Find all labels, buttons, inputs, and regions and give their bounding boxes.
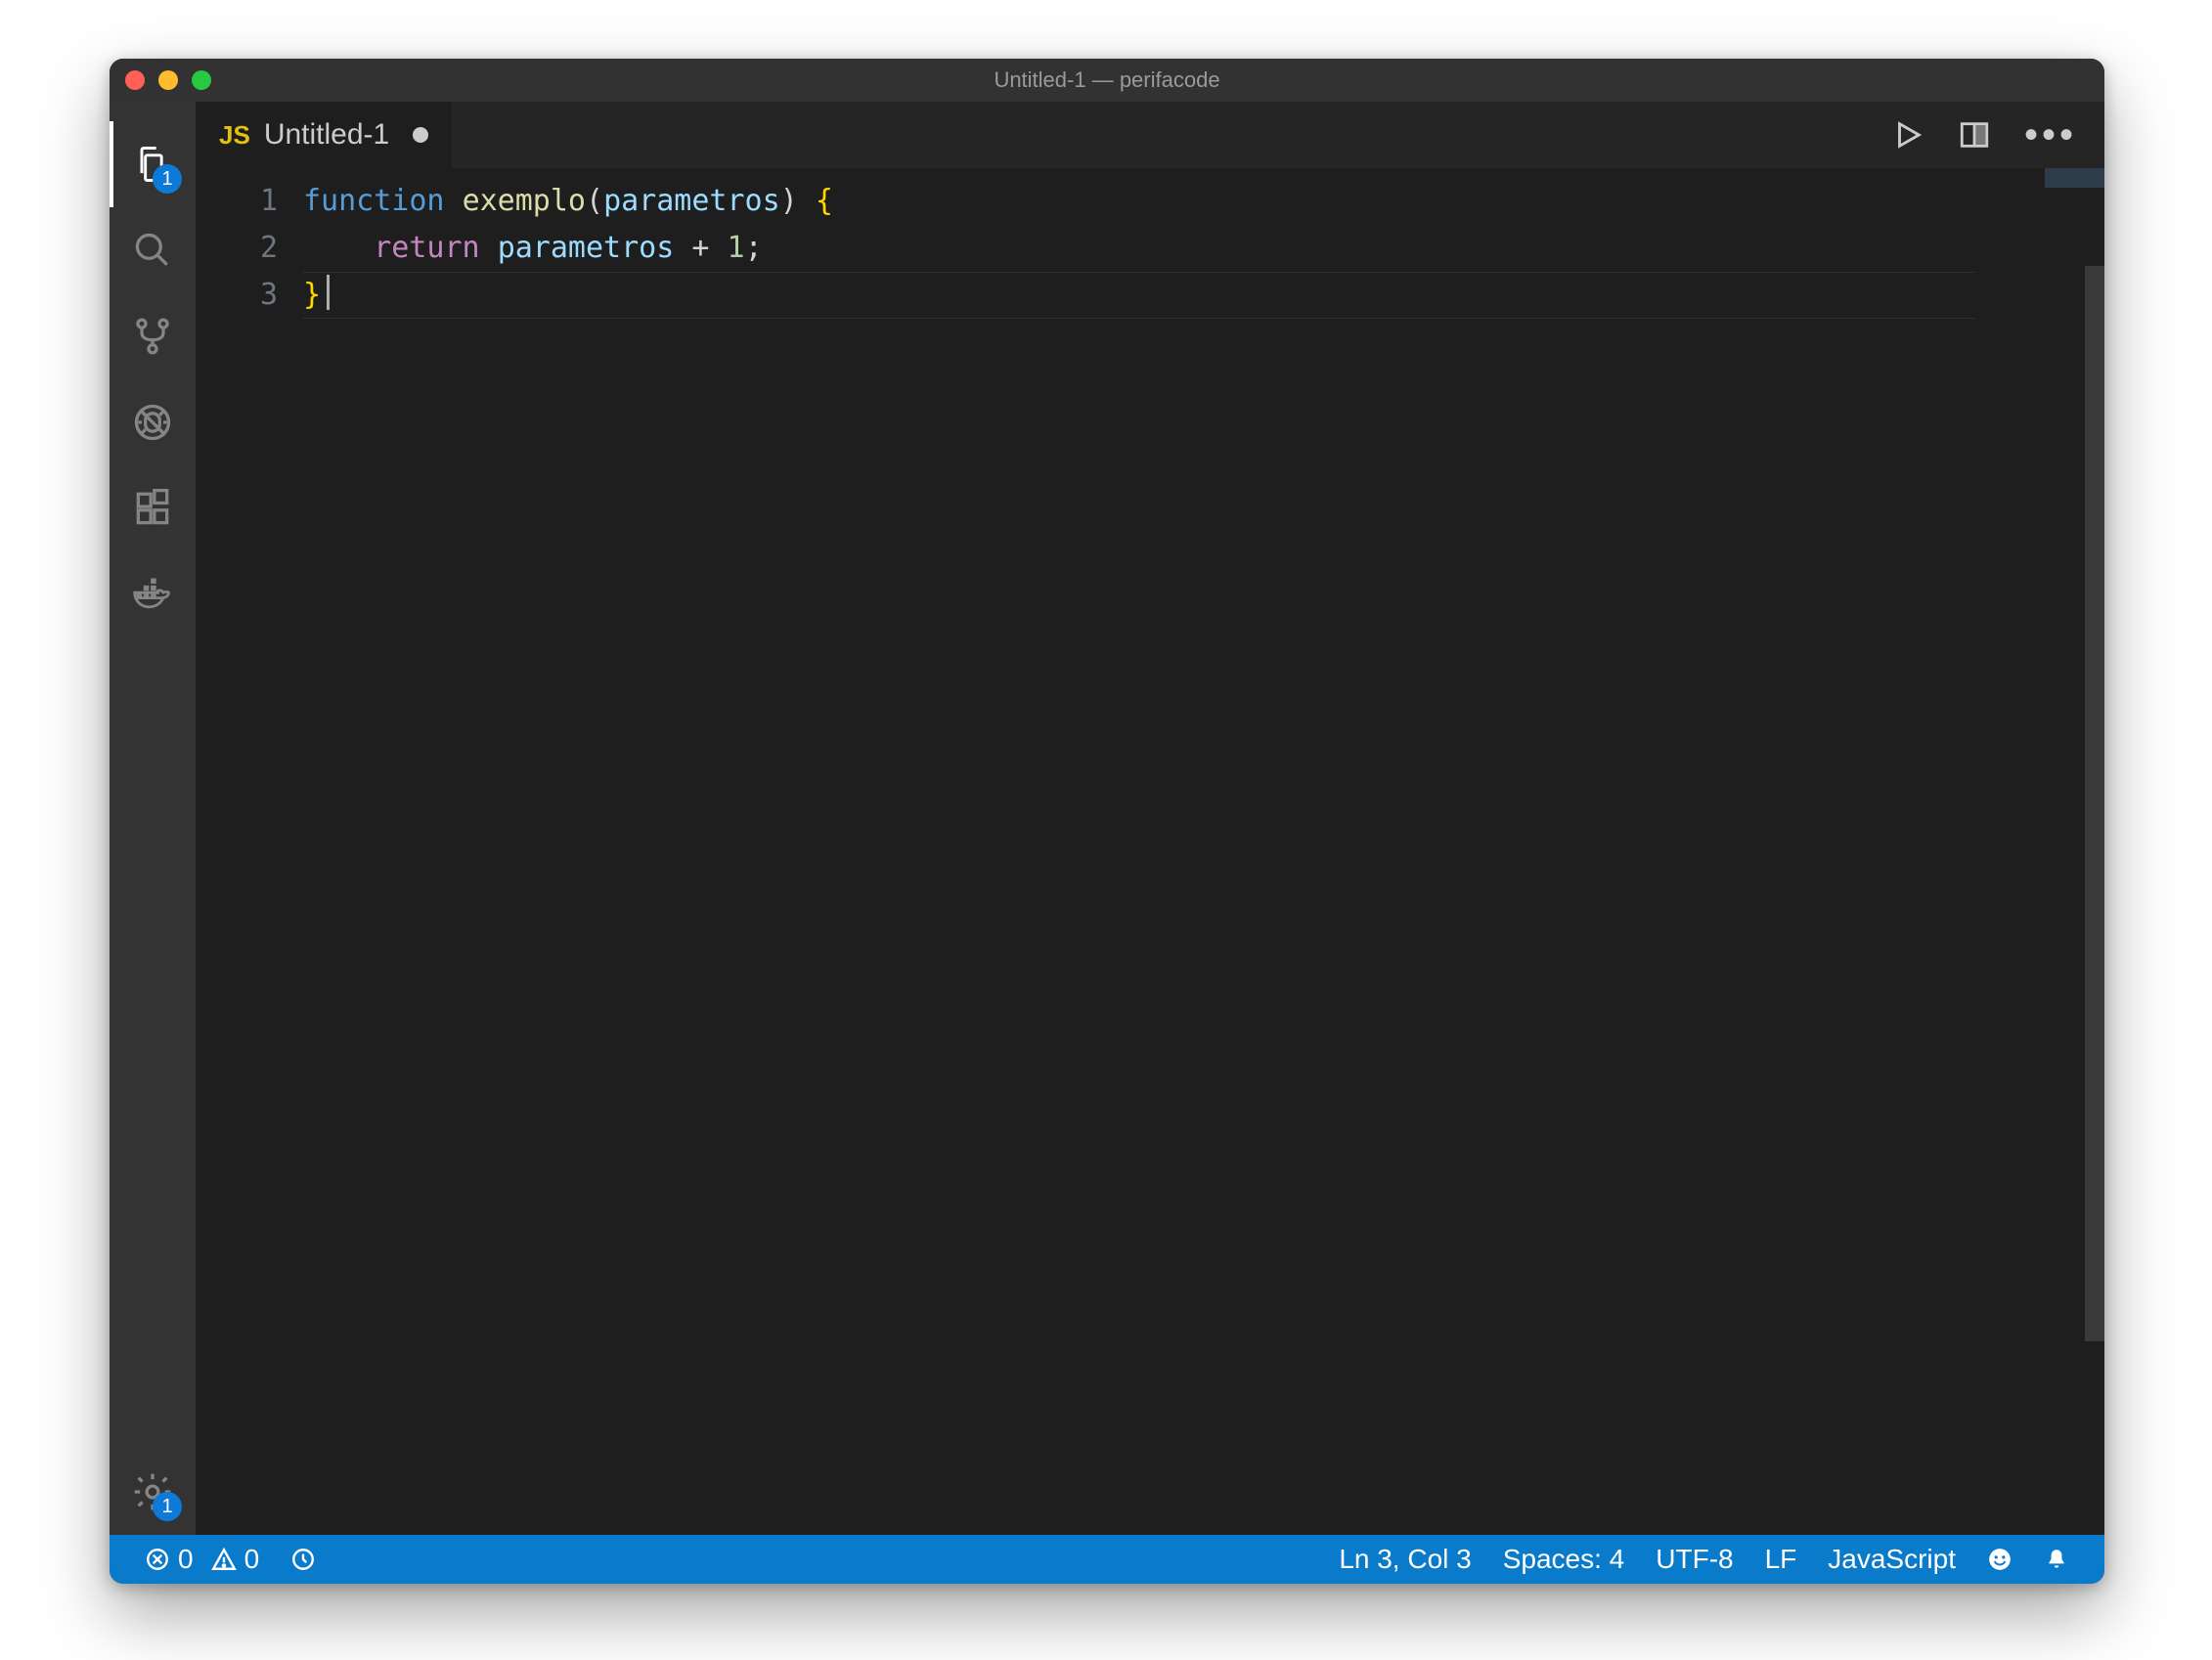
language-label: JavaScript [1828,1544,1956,1575]
status-encoding[interactable]: UTF-8 [1640,1535,1748,1584]
tab-untitled-1[interactable]: JS Untitled-1 [196,102,453,168]
line-number: 3 [205,272,278,319]
status-bar: 0 0 Ln 3, Col 3 Spaces: 4 UTF-8 [110,1535,2104,1584]
no-bug-icon [131,401,174,444]
minimap[interactable] [2044,168,2104,1535]
indentation-label: Spaces: 4 [1503,1544,1625,1575]
smiley-icon [1987,1547,2013,1572]
window-controls [125,70,211,90]
activity-explorer[interactable]: 1 [110,121,196,207]
activity-source-control[interactable] [110,293,196,379]
split-editor-button[interactable] [1958,118,1991,152]
status-eol[interactable]: LF [1749,1535,1813,1584]
status-language-mode[interactable]: JavaScript [1812,1535,1971,1584]
line-number: 1 [205,178,278,225]
activity-debug[interactable] [110,379,196,465]
clock-icon [290,1547,316,1572]
split-layout-icon [1958,118,1991,152]
status-cursor-position[interactable]: Ln 3, Col 3 [1323,1535,1486,1584]
status-notifications[interactable] [2028,1535,2085,1584]
close-window-button[interactable] [125,70,145,90]
scrollbar-thumb[interactable] [2085,266,2104,1341]
titlebar: Untitled-1 — perifacode [110,59,2104,102]
editor-actions: ••• [1864,102,2104,168]
window-title: Untitled-1 — perifacode [110,67,2104,93]
encoding-label: UTF-8 [1656,1544,1733,1575]
js-file-icon: JS [219,120,250,151]
code-line: function exemplo(parametros) { [303,178,2044,225]
error-icon [145,1547,170,1572]
status-indentation[interactable]: Spaces: 4 [1487,1535,1641,1584]
explorer-badge: 1 [153,164,182,194]
activity-search[interactable] [110,207,196,293]
status-feedback[interactable] [1971,1535,2028,1584]
warning-icon [211,1547,237,1572]
maximize-window-button[interactable] [192,70,211,90]
run-button[interactable] [1891,118,1924,152]
settings-badge: 1 [153,1492,182,1521]
warning-count: 0 [244,1544,260,1575]
cursor-position-label: Ln 3, Col 3 [1339,1544,1471,1575]
source-control-icon [131,315,174,358]
activity-settings[interactable]: 1 [110,1449,196,1535]
search-icon [131,229,174,272]
status-problems[interactable]: 0 0 [129,1535,275,1584]
activity-docker[interactable] [110,551,196,637]
minimap-overview [2045,168,2104,188]
error-count: 0 [178,1544,194,1575]
code-line: } [303,272,2044,319]
line-number-gutter: 1 2 3 [196,168,303,1535]
minimize-window-button[interactable] [158,70,178,90]
line-number: 2 [205,225,278,272]
docker-icon [131,573,174,616]
extensions-icon [131,487,174,530]
code-content[interactable]: function exemplo(parametros) { return pa… [303,168,2044,1535]
code-editor[interactable]: 1 2 3 function exemplo(parametros) { ret… [196,168,2104,1535]
tab-bar: JS Untitled-1 [196,102,2104,168]
code-line: return parametros + 1; [303,225,2044,272]
eol-label: LF [1765,1544,1797,1575]
status-tasks[interactable] [275,1535,332,1584]
text-cursor [327,275,330,310]
unsaved-indicator-icon [413,127,428,143]
bell-icon [2044,1547,2069,1572]
tab-label: Untitled-1 [264,118,389,152]
activity-bar: 1 [110,102,196,1535]
play-icon [1891,118,1924,152]
app-window: Untitled-1 — perifacode 1 [110,59,2104,1584]
activity-extensions[interactable] [110,465,196,551]
